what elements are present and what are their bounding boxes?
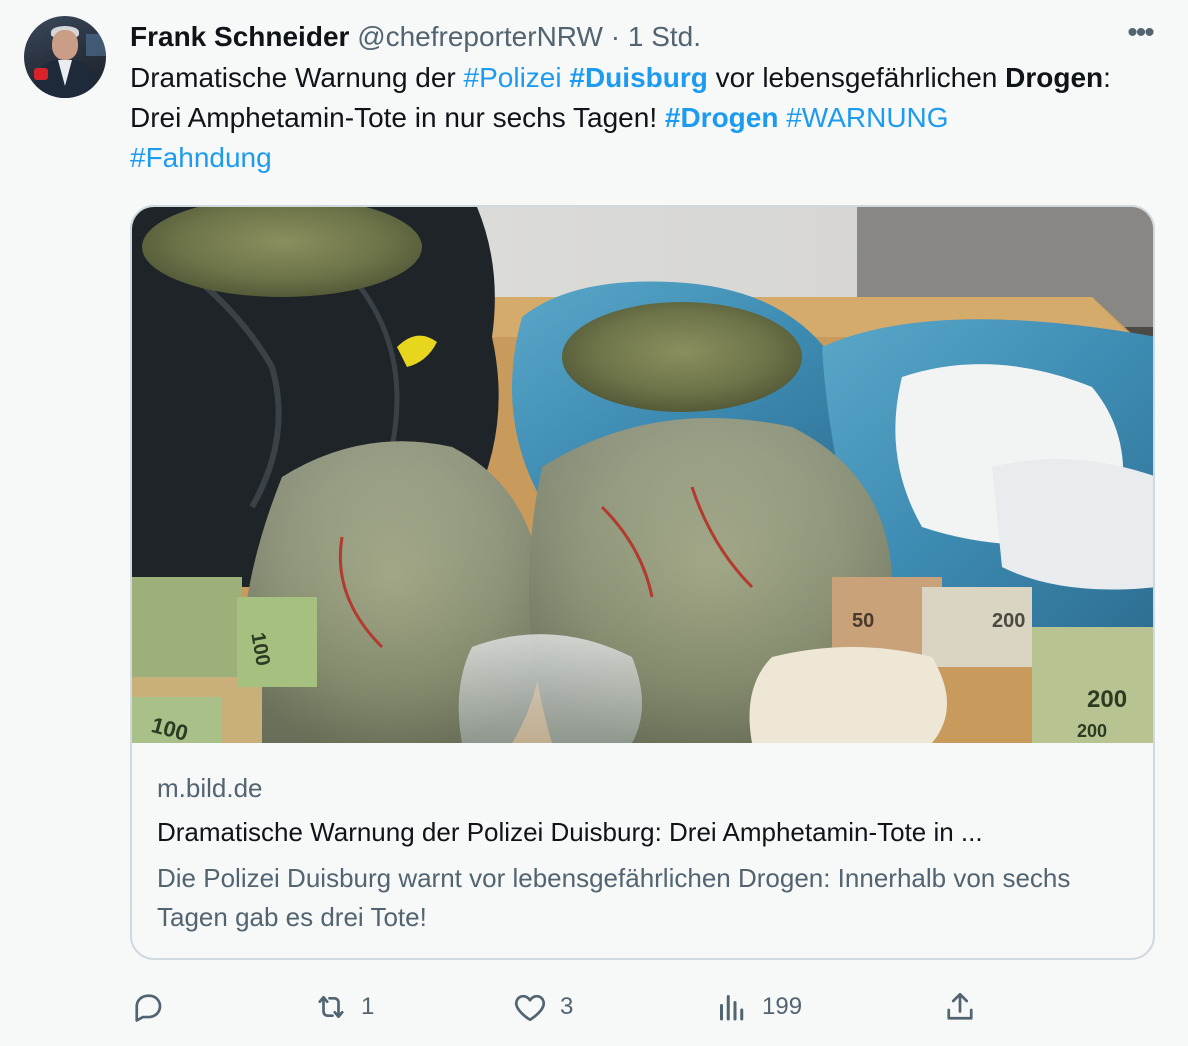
author-name[interactable]: Frank Schneider [130,21,349,52]
heart-icon [514,994,546,1022]
reply-button[interactable] [130,982,178,1032]
views-count: 199 [762,993,803,1020]
link-preview-card[interactable]: 100 100 50 200 200 200 m.bild.de Dramati… [130,205,1155,960]
retweet-icon [318,995,344,1019]
tweet-timestamp[interactable]: 1 Std. [628,21,701,52]
like-count: 3 [560,993,574,1020]
hashtag-duisburg[interactable]: #Duisburg [569,62,707,93]
header-separator: · [610,21,621,52]
author-avatar[interactable] [24,16,106,98]
tweet-text-bold: Drogen [1005,62,1104,93]
author-handle[interactable]: @chefreporterNRW [357,21,603,52]
views-button[interactable]: 199 [714,982,802,1032]
views-icon [720,995,744,1021]
tweet-text: Dramatische Warnung der #Polizei #Duisbu… [130,58,1160,178]
banknote-label: 200 [1077,721,1107,741]
card-title: Dramatische Warnung der Polizei Duisburg… [157,817,983,847]
retweet-count: 1 [361,993,375,1020]
banknote-label: 200 [1087,686,1127,713]
card-description: Die Polizei Duisburg warnt vor lebensgef… [157,863,1071,932]
share-icon [947,992,973,1020]
banknote-label: 200 [992,610,1025,632]
hashtag-fahndung[interactable]: #Fahndung [130,142,272,173]
tweet-header: Frank Schneider @chefreporterNRW · 1 Std… [130,18,701,56]
hashtag-drogen[interactable]: #Drogen [665,102,779,133]
retweet-button[interactable]: 1 [313,982,374,1032]
tweet[interactable]: Frank Schneider @chefreporterNRW · 1 Std… [0,0,1188,1046]
tweet-text-segment: vor lebensgefährlichen [707,62,1006,93]
more-options-icon[interactable]: ••• [1122,18,1158,56]
share-button[interactable] [942,982,990,1032]
like-button[interactable]: 3 [512,982,573,1032]
banknote-label: 50 [852,610,874,632]
card-image[interactable]: 100 100 50 200 200 200 [132,207,1153,743]
hashtag-warnung[interactable]: #WARNUNG [786,102,948,133]
tweet-text-segment: Dramatische Warnung der [130,62,464,93]
hashtag-polizei[interactable]: #Polizei [464,62,562,93]
reply-icon [135,994,162,1022]
tweet-actions: 1 3 199 [130,982,1170,1032]
card-domain: m.bild.de [157,773,263,803]
